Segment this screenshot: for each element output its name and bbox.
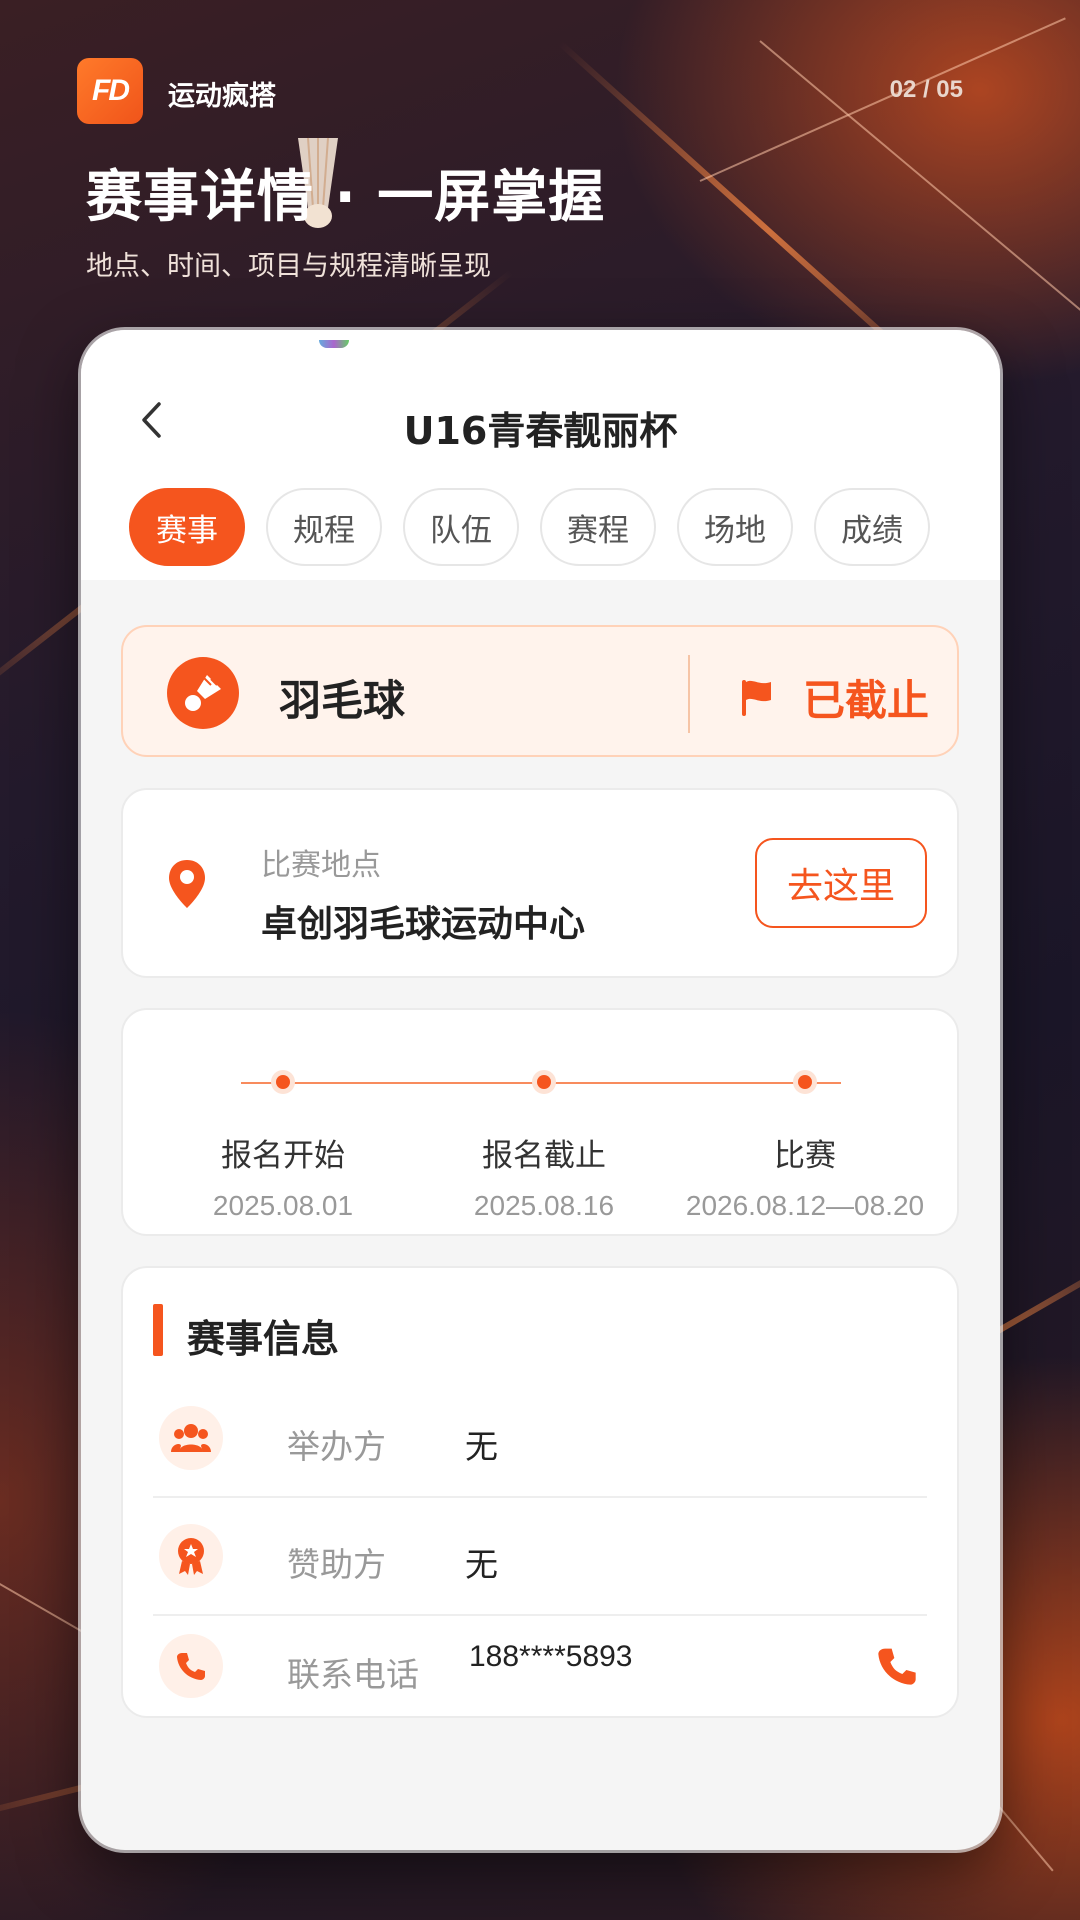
timeline-dot — [271, 1070, 295, 1094]
location-name: 卓创羽毛球运动中心 — [261, 904, 586, 945]
timeline-card: 报名开始 2025.08.01 报名截止 2025.08.16 比赛 2026.… — [121, 1008, 959, 1236]
group-icon — [159, 1406, 223, 1470]
timeline-date: 2025.08.16 — [473, 1190, 615, 1221]
sport-name: 羽毛球 — [279, 676, 406, 725]
section-title: 赛事信息 — [187, 1317, 340, 1361]
phone-icon — [159, 1634, 223, 1698]
status-badge: 已截止 — [739, 667, 929, 728]
info-row-sponsor: 赞助方 无 — [153, 1498, 927, 1616]
timeline-dot — [532, 1070, 556, 1094]
phone-icon — [878, 1648, 916, 1685]
info-label: 举办方 — [287, 1427, 386, 1466]
info-value: 无 — [465, 1545, 498, 1584]
page-title: U16青春靓丽杯 — [403, 409, 678, 453]
award-icon — [159, 1524, 223, 1588]
location-card: 比赛地点 卓创羽毛球运动中心 去这里 — [121, 788, 959, 978]
flag-icon — [742, 679, 771, 716]
page-indicator: 02 / 05 — [889, 76, 963, 103]
tab-bar: 赛事 规程 队伍 赛程 场地 成绩 — [129, 488, 930, 566]
tab-rules[interactable]: 规程 — [266, 488, 382, 566]
timeline-date: 2026.08.12—08.20 — [685, 1190, 925, 1221]
location-pin-icon — [169, 860, 205, 908]
tab-teams[interactable]: 队伍 — [403, 488, 519, 566]
app-header: U16青春靓丽杯 赛事 规程 队伍 赛程 场地 成绩 — [81, 330, 1000, 580]
phone-mockup: U16青春靓丽杯 赛事 规程 队伍 赛程 场地 成绩 羽毛球 已截止 比赛地点 … — [81, 330, 1000, 1850]
tab-schedule[interactable]: 赛程 — [540, 488, 656, 566]
timeline-label: 报名截止 — [482, 1138, 606, 1174]
info-label: 赞助方 — [287, 1545, 386, 1584]
call-button[interactable] — [877, 1646, 917, 1690]
divider — [688, 655, 690, 733]
sport-card: 羽毛球 已截止 — [121, 625, 959, 757]
app-logo: FD — [77, 58, 143, 124]
navigate-button[interactable]: 去这里 — [755, 838, 927, 928]
tab-results[interactable]: 成绩 — [814, 488, 930, 566]
subheadline: 地点、时间、项目与规程清晰呈现 — [86, 251, 491, 282]
brand-name: 运动疯搭 — [168, 81, 276, 112]
timeline-label: 比赛 — [774, 1138, 836, 1174]
camera-notch — [319, 340, 349, 348]
tab-event[interactable]: 赛事 — [129, 488, 245, 566]
info-row-phone: 联系电话 188****5893 — [153, 1616, 927, 1716]
tab-venue[interactable]: 场地 — [677, 488, 793, 566]
timeline-label: 报名开始 — [221, 1138, 345, 1174]
timeline-dot — [793, 1070, 817, 1094]
info-label: 联系电话 — [287, 1655, 419, 1694]
event-info-card: 赛事信息 举办方 无 赞助方 无 联系电话 188****5893 — [121, 1266, 959, 1718]
status-text: 已截止 — [803, 676, 930, 725]
badminton-icon — [167, 657, 239, 729]
timeline-date: 2025.08.01 — [212, 1190, 354, 1221]
section-accent-bar — [153, 1304, 163, 1356]
info-value: 无 — [465, 1427, 498, 1466]
location-label: 比赛地点 — [261, 848, 381, 883]
headline: 赛事详情 · 一屏掌握 — [86, 165, 606, 230]
phone-number: 188****5893 — [469, 1640, 633, 1673]
info-row-organizer: 举办方 无 — [153, 1380, 927, 1498]
